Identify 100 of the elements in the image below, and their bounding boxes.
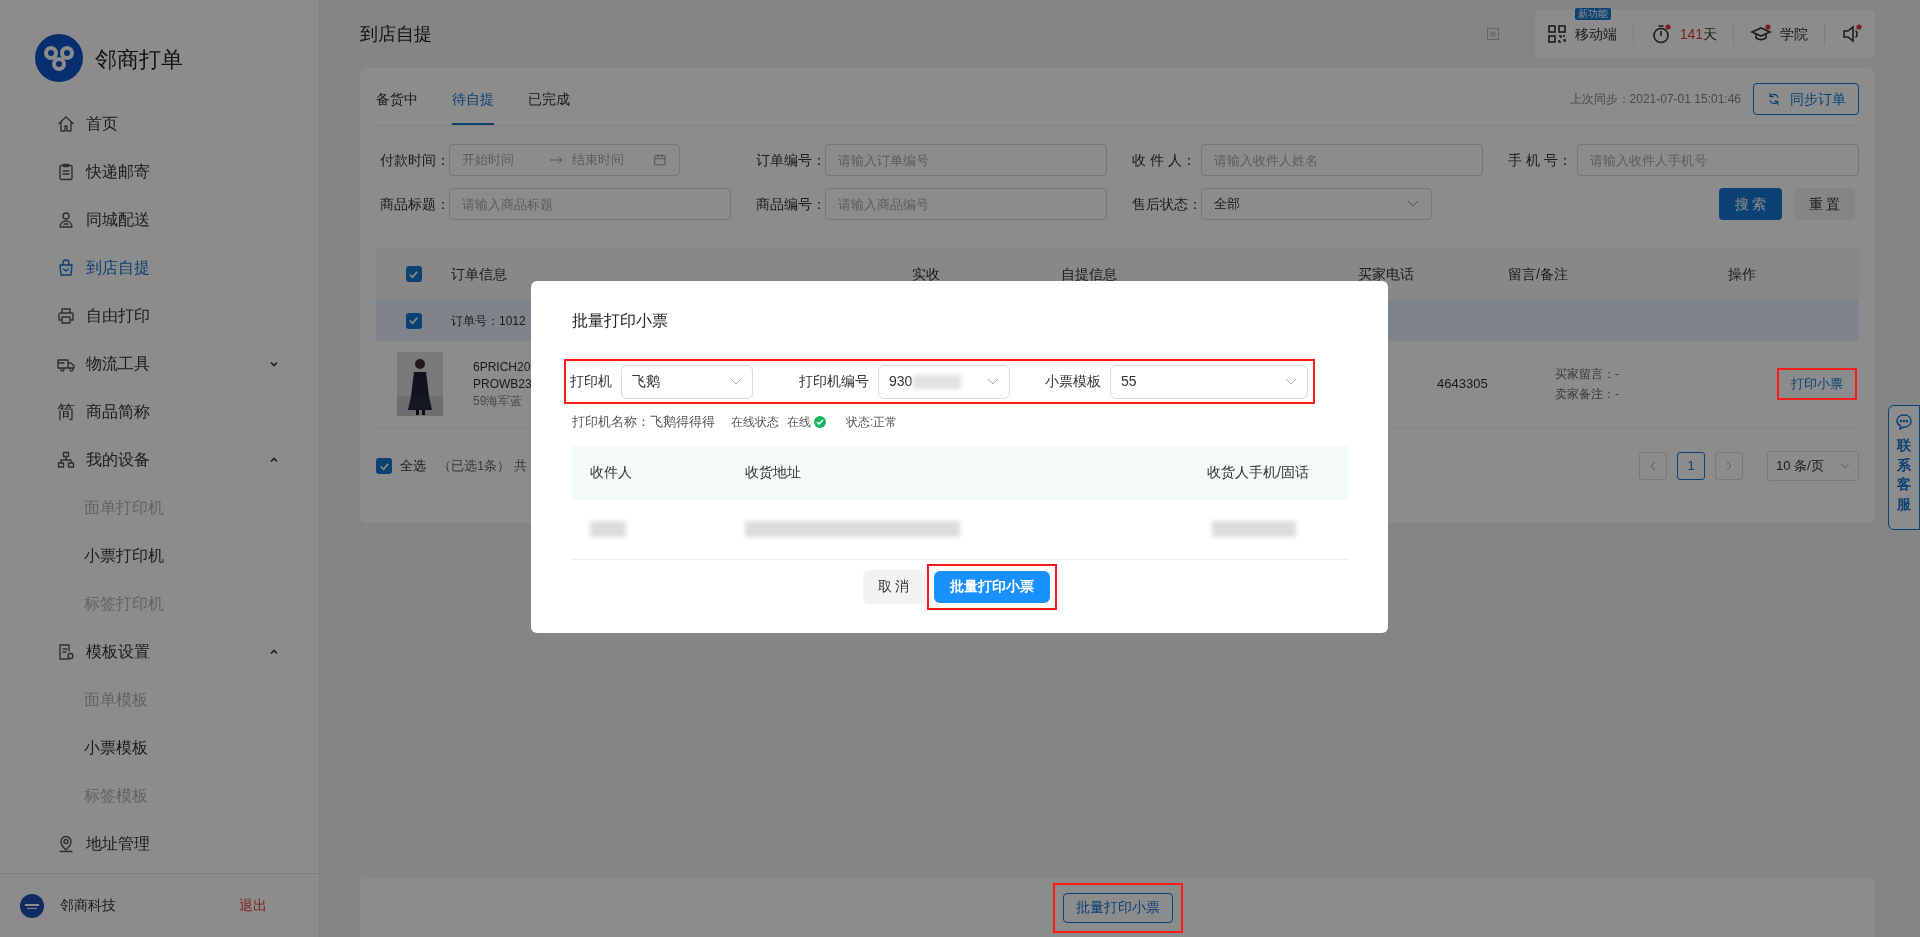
check-icon xyxy=(378,460,390,472)
sidebar-item[interactable]: 物流工具 xyxy=(0,340,319,388)
select-field[interactable]: 930 xyxy=(878,364,1010,399)
calendar-icon xyxy=(653,153,667,167)
sidebar-item[interactable]: 模板设置 xyxy=(0,628,319,676)
device-status: 状态:正常 xyxy=(846,413,898,431)
refresh-icon xyxy=(1766,91,1782,107)
filter-label: 手 机 号： xyxy=(1508,150,1573,170)
page-size-select[interactable]: 10 条/页 xyxy=(1767,451,1859,481)
filter-label: 订单编号： xyxy=(756,150,825,170)
filter-label: 商品编号： xyxy=(756,194,825,214)
device-icon xyxy=(56,450,76,470)
printer-icon xyxy=(56,306,76,326)
tab[interactable]: 待自提 xyxy=(452,85,494,125)
glyph-icon: 简 xyxy=(56,398,76,426)
app-name: 邻商打单 xyxy=(95,46,183,74)
company-name: 邻商科技 xyxy=(60,896,117,915)
sidebar-item[interactable]: 到店自提 xyxy=(0,244,319,292)
sidebar-item[interactable]: 地址管理 xyxy=(0,820,319,868)
column-header: 收货地址 xyxy=(745,463,802,482)
arrow-right-icon xyxy=(550,156,564,164)
blurred-text xyxy=(590,521,626,537)
sidebar-item[interactable]: 同城配送 xyxy=(0,196,319,244)
speaker-icon[interactable] xyxy=(1841,23,1863,45)
select-field[interactable]: 全部 xyxy=(1201,188,1432,220)
clipboard-icon xyxy=(56,162,76,182)
chevron-down-icon xyxy=(987,377,999,386)
sidebar-subitem[interactable]: 小票打印机 xyxy=(0,532,319,580)
document-gear-icon xyxy=(56,642,76,662)
contact-service-label: 联系客服 xyxy=(1897,436,1911,514)
contact-service-tab[interactable]: 联系客服 xyxy=(1888,405,1920,530)
column-header: 自提信息 xyxy=(1061,264,1118,284)
seller-note: 卖家备注：- xyxy=(1555,386,1620,403)
page-title: 到店自提 xyxy=(360,22,433,46)
chat-icon xyxy=(1894,412,1914,432)
online-status-label: 在线状态 xyxy=(731,413,779,431)
column-header: 操作 xyxy=(1728,264,1757,284)
select-field[interactable]: 55 xyxy=(1110,364,1308,399)
printer-name: 打印机名称：飞鹅得得得 xyxy=(572,413,715,431)
column-header: 订单信息 xyxy=(451,264,508,284)
check-icon xyxy=(408,268,419,280)
chevron-down-icon xyxy=(1407,200,1419,208)
cancel-button[interactable]: 取 消 xyxy=(862,569,925,604)
sidebar-item[interactable]: 简 商品简称 xyxy=(0,388,319,436)
field-label: 小票模板 xyxy=(1045,372,1101,391)
product-text: 6PRICH20 xyxy=(473,358,531,376)
online-status: 在线 xyxy=(787,413,811,431)
buyer-note: 买家留言：- xyxy=(1555,366,1620,383)
product-text: 59海军蓝 xyxy=(473,392,523,410)
field-label: 打印机编号 xyxy=(799,372,869,391)
field-label: 打印机 xyxy=(570,372,612,391)
location-pin-icon xyxy=(56,834,76,854)
home-icon xyxy=(56,114,76,134)
sidebar-subitem[interactable]: 小票模板 xyxy=(0,724,319,772)
column-header: 收货人手机/固话 xyxy=(1207,463,1310,482)
mobile-link[interactable]: 移动端 xyxy=(1574,25,1617,42)
new-feature-badge: 新功能 xyxy=(1574,7,1611,20)
chevron-down-icon xyxy=(1840,462,1850,470)
product-text: PROWB23 xyxy=(473,375,532,393)
column-header: 买家电话 xyxy=(1358,264,1415,284)
chevron-down-icon xyxy=(1285,377,1297,386)
page-button[interactable]: 1 xyxy=(1677,452,1705,480)
print-ticket-button[interactable]: 打印小票 xyxy=(1779,370,1855,398)
batch-print-button[interactable]: 批量打印小票 xyxy=(933,570,1050,603)
academy-link[interactable]: 学院 xyxy=(1780,23,1808,45)
reset-button[interactable]: 重 置 xyxy=(1794,188,1855,220)
filter-label: 收 件 人： xyxy=(1132,150,1197,170)
dialog-title: 批量打印小票 xyxy=(571,311,669,331)
tab[interactable]: 已完成 xyxy=(528,85,570,125)
days-count: 141 xyxy=(1679,24,1703,44)
column-header: 留言/备注 xyxy=(1508,264,1569,284)
tab[interactable]: 备货中 xyxy=(376,85,418,125)
column-header: 实收 xyxy=(912,264,941,284)
sidebar-item[interactable]: 自由打印 xyxy=(0,292,319,340)
order-number: 订单号：1012 xyxy=(451,312,526,330)
sidebar-item[interactable]: 首页 xyxy=(0,100,319,148)
column-header: 收件人 xyxy=(590,463,633,482)
company-avatar-icon xyxy=(20,893,44,918)
logout-link[interactable]: 退出 xyxy=(239,895,267,916)
phone-number: 4643305 xyxy=(1437,376,1488,392)
filter-label: 商品标题： xyxy=(380,194,449,214)
select-all-label: 全选 xyxy=(400,457,426,476)
batch-print-button[interactable]: 批量打印小票 xyxy=(1062,892,1173,923)
checkbox[interactable] xyxy=(405,266,422,282)
filter-label: 付款时间： xyxy=(380,150,449,170)
person-icon xyxy=(56,210,76,230)
chevron-down-icon xyxy=(730,377,742,386)
checkbox[interactable] xyxy=(376,458,392,474)
sidebar-item[interactable]: 我的设备 xyxy=(0,436,319,484)
sync-button[interactable]: 同步订单 xyxy=(1753,83,1859,115)
filter-label: 售后状态： xyxy=(1132,194,1201,214)
check-icon xyxy=(408,315,419,326)
checkbox[interactable] xyxy=(405,312,422,329)
select-field[interactable]: 飞鹅 xyxy=(621,364,753,399)
bag-icon xyxy=(56,258,76,278)
logo-icon xyxy=(35,34,83,82)
sidebar-item[interactable]: 快递邮寄 xyxy=(0,148,319,196)
search-button[interactable]: 搜 索 xyxy=(1719,188,1782,220)
selection-summary: （已选1条） 共 xyxy=(438,457,527,476)
qr-code-icon[interactable] xyxy=(1546,24,1567,44)
